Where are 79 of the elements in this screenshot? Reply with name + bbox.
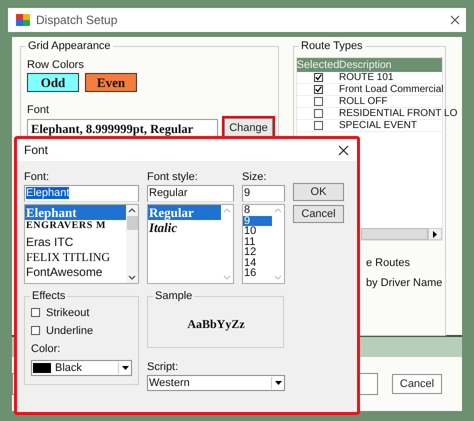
checkbox-label: Strikeout — [46, 306, 90, 318]
column-header: Description — [339, 59, 392, 71]
label: Font style: — [147, 171, 199, 183]
dropdown-arrow-icon — [122, 366, 128, 370]
scroll-thumb[interactable] — [361, 228, 428, 240]
dialog-button[interactable]: Cancel — [293, 205, 344, 223]
scroll-thumb[interactable] — [126, 216, 138, 230]
group-title: Grid Appearance — [26, 40, 113, 52]
dialog-title: Font — [24, 143, 48, 157]
label: Color: — [31, 343, 62, 355]
list-item[interactable]: ENGRAVERS M — [25, 220, 126, 235]
list-item[interactable]: 10 — [243, 226, 272, 236]
label: Font — [27, 104, 50, 116]
label: Script: — [147, 361, 180, 373]
checkbox[interactable] — [314, 97, 322, 106]
font-field[interactable]: Elephant, 8.999999pt, Regular — [27, 118, 218, 136]
arrow-right-icon — [433, 230, 437, 238]
dropdown-arrow-icon — [274, 381, 282, 385]
list-item[interactable]: 8 — [243, 205, 272, 216]
color-dropdown[interactable]: Black — [31, 360, 132, 376]
color-button[interactable]: Odd — [27, 73, 79, 92]
table-cell: SPECIAL EVENT — [339, 120, 417, 131]
label: Size: — [242, 171, 268, 183]
chevron-down-icon — [128, 275, 136, 280]
checkbox[interactable] — [314, 85, 322, 94]
option-label: e Routes — [366, 257, 412, 269]
list-item[interactable]: Regular — [148, 205, 221, 220]
list-item[interactable]: Italic — [148, 220, 221, 235]
input-field[interactable]: Elephant — [24, 185, 139, 202]
app-icon — [16, 14, 30, 26]
close-icon — [338, 144, 349, 156]
table-cell: Front Load Commercial — [339, 84, 444, 95]
input-field[interactable]: 9 — [242, 185, 285, 202]
checkbox[interactable] — [31, 326, 40, 335]
group-title: Sample — [153, 290, 194, 302]
checkbox[interactable] — [314, 121, 322, 130]
column-header: Selected — [297, 59, 339, 71]
list-item[interactable]: 14 — [243, 258, 272, 268]
group-title: Effects — [30, 290, 68, 302]
script-dropdown[interactable]: Western — [147, 375, 285, 391]
group-title: Route Types — [299, 40, 365, 52]
checkbox-label: Underline — [46, 324, 94, 336]
dialog-button[interactable]: OK — [293, 183, 344, 201]
checkbox[interactable] — [314, 73, 322, 82]
table-cell: ROUTE 101 — [339, 72, 394, 83]
input-text: 9 — [244, 187, 250, 199]
scrollbar[interactable] — [272, 205, 284, 283]
table-cell: ROLL OFF — [339, 96, 388, 107]
checkbox[interactable] — [31, 308, 40, 317]
list-item[interactable]: 9 — [243, 216, 272, 226]
list-item[interactable]: FELIX TITLING — [25, 250, 126, 265]
list-item[interactable]: Eras ITC — [25, 235, 126, 250]
chevron-down-icon — [223, 275, 231, 280]
list-item[interactable]: FontAwesome — [25, 265, 126, 280]
scrollbar[interactable] — [221, 205, 233, 283]
color-button[interactable]: Even — [85, 73, 137, 92]
list-item[interactable]: Elephant — [25, 205, 126, 220]
chevron-down-icon — [274, 275, 282, 280]
checkbox[interactable] — [314, 109, 322, 118]
input-text: Regular — [149, 187, 188, 199]
table-cell: RESIDENTIAL FRONT LO — [339, 108, 458, 119]
chevron-up-icon — [223, 208, 231, 213]
selected-text: Elephant — [26, 187, 70, 199]
label: Row Colors — [27, 59, 85, 71]
list-item[interactable]: 16 — [243, 268, 272, 278]
window-title: Dispatch Setup — [36, 13, 118, 27]
input-field[interactable]: Regular — [147, 185, 234, 202]
scrollbar[interactable] — [126, 205, 138, 283]
list-item[interactable]: 11 — [243, 236, 272, 247]
list-item[interactable]: 12 — [243, 247, 272, 258]
scroll-right-button[interactable] — [428, 228, 442, 240]
change-button[interactable]: Change — [224, 118, 273, 137]
chevron-up-icon — [274, 208, 282, 213]
cancel-button[interactable]: Cancel — [392, 374, 442, 394]
sample-text: AaBbYyZz — [187, 317, 245, 332]
label: Font: — [24, 171, 50, 183]
option-label: by Driver Name — [366, 277, 443, 289]
close-icon — [450, 15, 460, 25]
chevron-up-icon — [128, 208, 136, 213]
